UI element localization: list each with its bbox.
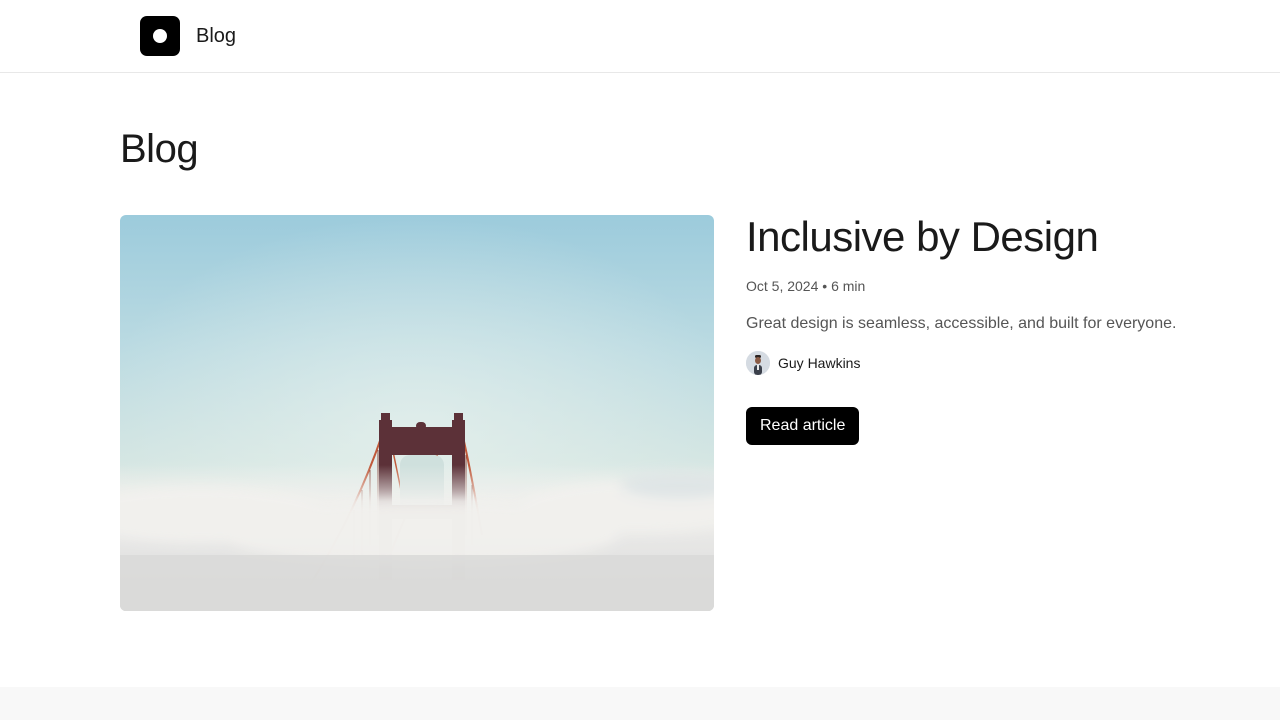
post-meta: Oct 5, 2024 • 6 min: [746, 278, 865, 294]
footer: [0, 687, 1280, 720]
site-logo[interactable]: [140, 16, 180, 56]
read-article-button[interactable]: Read article: [746, 407, 860, 445]
featured-post-image[interactable]: [120, 215, 714, 611]
read-time: 6 min: [831, 278, 866, 294]
post-excerpt: Great design is seamless, accessible, an…: [746, 315, 1177, 332]
circle-logo-icon: [153, 29, 167, 43]
author-name[interactable]: Guy Hawkins: [778, 355, 860, 371]
site-header: Blog: [0, 0, 1280, 73]
bridge-in-fog-image: [120, 215, 714, 611]
avatar[interactable]: [746, 351, 770, 375]
post-author: Guy Hawkins: [746, 351, 860, 375]
meta-separator: •: [822, 278, 828, 294]
author-avatar-icon: [746, 351, 770, 375]
post-date: Oct 5, 2024: [746, 278, 819, 294]
brand-link[interactable]: Blog: [196, 24, 236, 48]
page-title: Blog: [120, 127, 199, 171]
post-title[interactable]: Inclusive by Design: [746, 212, 1099, 262]
